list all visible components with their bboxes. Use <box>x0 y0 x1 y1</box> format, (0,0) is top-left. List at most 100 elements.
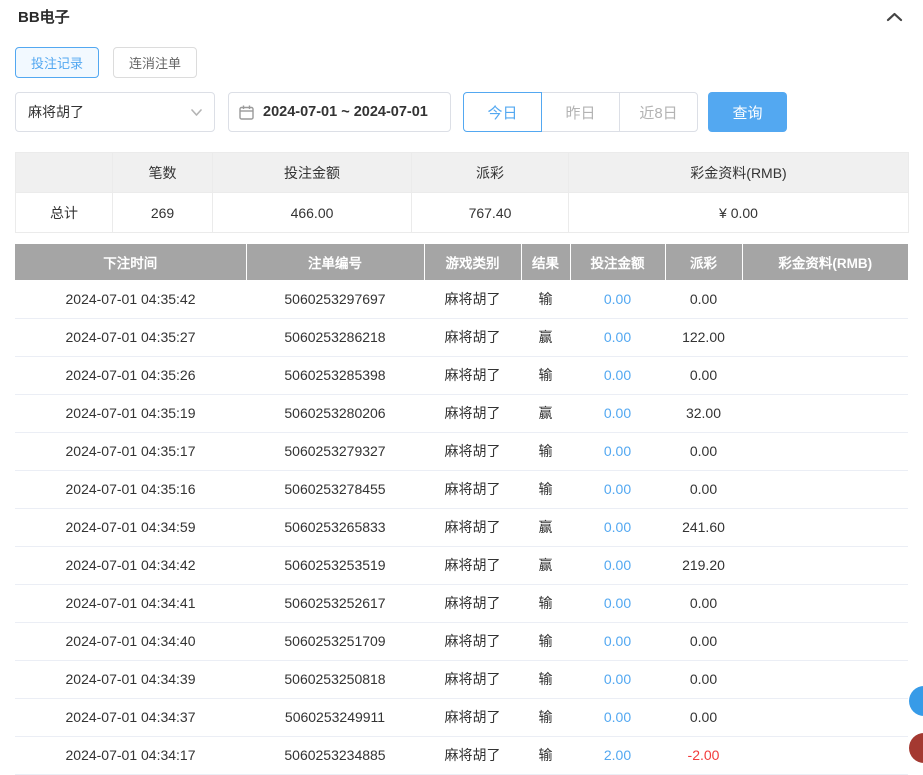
bet-time-cell: 2024-07-01 04:34:39 <box>15 660 246 698</box>
result-cell: 输 <box>521 584 570 622</box>
tab-canceled-orders[interactable]: 连消注单 <box>113 47 197 78</box>
bet-time-cell: 2024-07-01 04:34:59 <box>15 508 246 546</box>
floating-service-button[interactable] <box>909 686 923 716</box>
bonus-cell <box>742 546 908 584</box>
payout-cell: 0.00 <box>665 698 742 736</box>
order-number-cell: 5060253249911 <box>246 698 424 736</box>
result-cell: 输 <box>521 470 570 508</box>
bonus-cell <box>742 660 908 698</box>
date-range-value: 2024-07-01 ~ 2024-07-01 <box>263 104 428 120</box>
header-bet-amount: 投注金额 <box>570 244 665 280</box>
collapse-panel-button[interactable] <box>886 11 903 23</box>
filter-bar: 麻将胡了 2024-07-01 ~ 2024-07-01 今日 昨日 近8日 查… <box>15 92 923 132</box>
result-cell: 输 <box>521 356 570 394</box>
header-result: 结果 <box>521 244 570 280</box>
bet-amount-link[interactable]: 0.00 <box>570 660 665 698</box>
game-type-cell: 麻将胡了 <box>424 318 521 356</box>
game-type-cell: 麻将胡了 <box>424 546 521 584</box>
floating-chat-button[interactable] <box>909 733 923 763</box>
bet-time-cell: 2024-07-01 04:34:37 <box>15 698 246 736</box>
bonus-cell <box>742 356 908 394</box>
summary-header-payout: 派彩 <box>412 153 569 193</box>
order-number-cell: 5060253285398 <box>246 356 424 394</box>
order-number-cell: 5060253252617 <box>246 584 424 622</box>
record-row: 2024-07-01 04:35:165060253278455麻将胡了输0.0… <box>15 470 908 508</box>
payout-cell: 0.00 <box>665 280 742 318</box>
game-type-cell: 麻将胡了 <box>424 394 521 432</box>
record-row: 2024-07-01 04:34:405060253251709麻将胡了输0.0… <box>15 622 908 660</box>
calendar-icon <box>239 105 254 120</box>
game-type-cell: 麻将胡了 <box>424 508 521 546</box>
last-8-days-button[interactable]: 近8日 <box>619 92 698 132</box>
record-row: 2024-07-01 04:34:395060253250818麻将胡了输0.0… <box>15 660 908 698</box>
payout-cell: 0.00 <box>665 584 742 622</box>
bet-time-cell: 2024-07-01 04:35:17 <box>15 432 246 470</box>
payout-cell: -2.00 <box>665 736 742 774</box>
records-tbody: 2024-07-01 04:35:425060253297697麻将胡了输0.0… <box>15 280 908 774</box>
order-number-cell: 5060253234885 <box>246 736 424 774</box>
bet-time-cell: 2024-07-01 04:34:17 <box>15 736 246 774</box>
bet-amount-link[interactable]: 0.00 <box>570 280 665 318</box>
bonus-cell <box>742 394 908 432</box>
bet-amount-link[interactable]: 0.00 <box>570 318 665 356</box>
payout-cell: 0.00 <box>665 660 742 698</box>
game-type-cell: 麻将胡了 <box>424 698 521 736</box>
bet-time-cell: 2024-07-01 04:35:42 <box>15 280 246 318</box>
bet-amount-link[interactable]: 0.00 <box>570 394 665 432</box>
record-row: 2024-07-01 04:35:275060253286218麻将胡了赢0.0… <box>15 318 908 356</box>
payout-cell: 241.60 <box>665 508 742 546</box>
payout-cell: 0.00 <box>665 432 742 470</box>
bet-time-cell: 2024-07-01 04:34:42 <box>15 546 246 584</box>
records-header-row: 下注时间 注单编号 游戏类别 结果 投注金额 派彩 彩金资料(RMB) <box>15 244 908 280</box>
bet-amount-link[interactable]: 0.00 <box>570 546 665 584</box>
chevron-down-icon <box>191 109 202 116</box>
record-row: 2024-07-01 04:35:175060253279327麻将胡了输0.0… <box>15 432 908 470</box>
tab-bet-records[interactable]: 投注记录 <box>15 47 99 78</box>
bet-amount-link[interactable]: 0.00 <box>570 432 665 470</box>
result-cell: 输 <box>521 280 570 318</box>
search-button[interactable]: 查询 <box>708 92 787 132</box>
result-cell: 赢 <box>521 546 570 584</box>
record-row: 2024-07-01 04:34:415060253252617麻将胡了输0.0… <box>15 584 908 622</box>
bet-amount-link[interactable]: 0.00 <box>570 584 665 622</box>
bet-amount-link[interactable]: 0.00 <box>570 508 665 546</box>
payout-cell: 0.00 <box>665 622 742 660</box>
summary-table: 笔数 投注金额 派彩 彩金资料(RMB) 总计 269 466.00 767.4… <box>15 152 909 233</box>
order-number-cell: 5060253250818 <box>246 660 424 698</box>
summary-total-bonus: ¥ 0.00 <box>569 193 909 233</box>
tab-bar: 投注记录 连消注单 <box>15 47 923 78</box>
result-cell: 赢 <box>521 394 570 432</box>
chevron-up-icon <box>886 11 903 23</box>
summary-total-payout: 767.40 <box>412 193 569 233</box>
payout-cell: 0.00 <box>665 356 742 394</box>
payout-cell: 219.20 <box>665 546 742 584</box>
bet-time-cell: 2024-07-01 04:35:27 <box>15 318 246 356</box>
bet-amount-link[interactable]: 0.00 <box>570 698 665 736</box>
bet-amount-link[interactable]: 0.00 <box>570 470 665 508</box>
game-type-cell: 麻将胡了 <box>424 622 521 660</box>
bonus-cell <box>742 432 908 470</box>
bet-amount-link[interactable]: 0.00 <box>570 356 665 394</box>
order-number-cell: 5060253279327 <box>246 432 424 470</box>
bet-time-cell: 2024-07-01 04:34:41 <box>15 584 246 622</box>
today-button[interactable]: 今日 <box>463 92 542 132</box>
result-cell: 输 <box>521 432 570 470</box>
bonus-cell <box>742 508 908 546</box>
payout-cell: 122.00 <box>665 318 742 356</box>
order-number-cell: 5060253280206 <box>246 394 424 432</box>
result-cell: 输 <box>521 736 570 774</box>
page-title: BB电子 <box>18 6 70 27</box>
record-row: 2024-07-01 04:35:425060253297697麻将胡了输0.0… <box>15 280 908 318</box>
game-select[interactable]: 麻将胡了 <box>15 92 215 132</box>
summary-header-bet-amount: 投注金额 <box>213 153 412 193</box>
game-type-cell: 麻将胡了 <box>424 584 521 622</box>
game-type-cell: 麻将胡了 <box>424 470 521 508</box>
header-payout: 派彩 <box>665 244 742 280</box>
summary-total-bet-amount: 466.00 <box>213 193 412 233</box>
yesterday-button[interactable]: 昨日 <box>541 92 620 132</box>
bet-amount-link[interactable]: 0.00 <box>570 622 665 660</box>
bet-amount-link[interactable]: 2.00 <box>570 736 665 774</box>
date-range-input[interactable]: 2024-07-01 ~ 2024-07-01 <box>228 92 451 132</box>
record-row: 2024-07-01 04:34:175060253234885麻将胡了输2.0… <box>15 736 908 774</box>
header-order-number: 注单编号 <box>246 244 424 280</box>
